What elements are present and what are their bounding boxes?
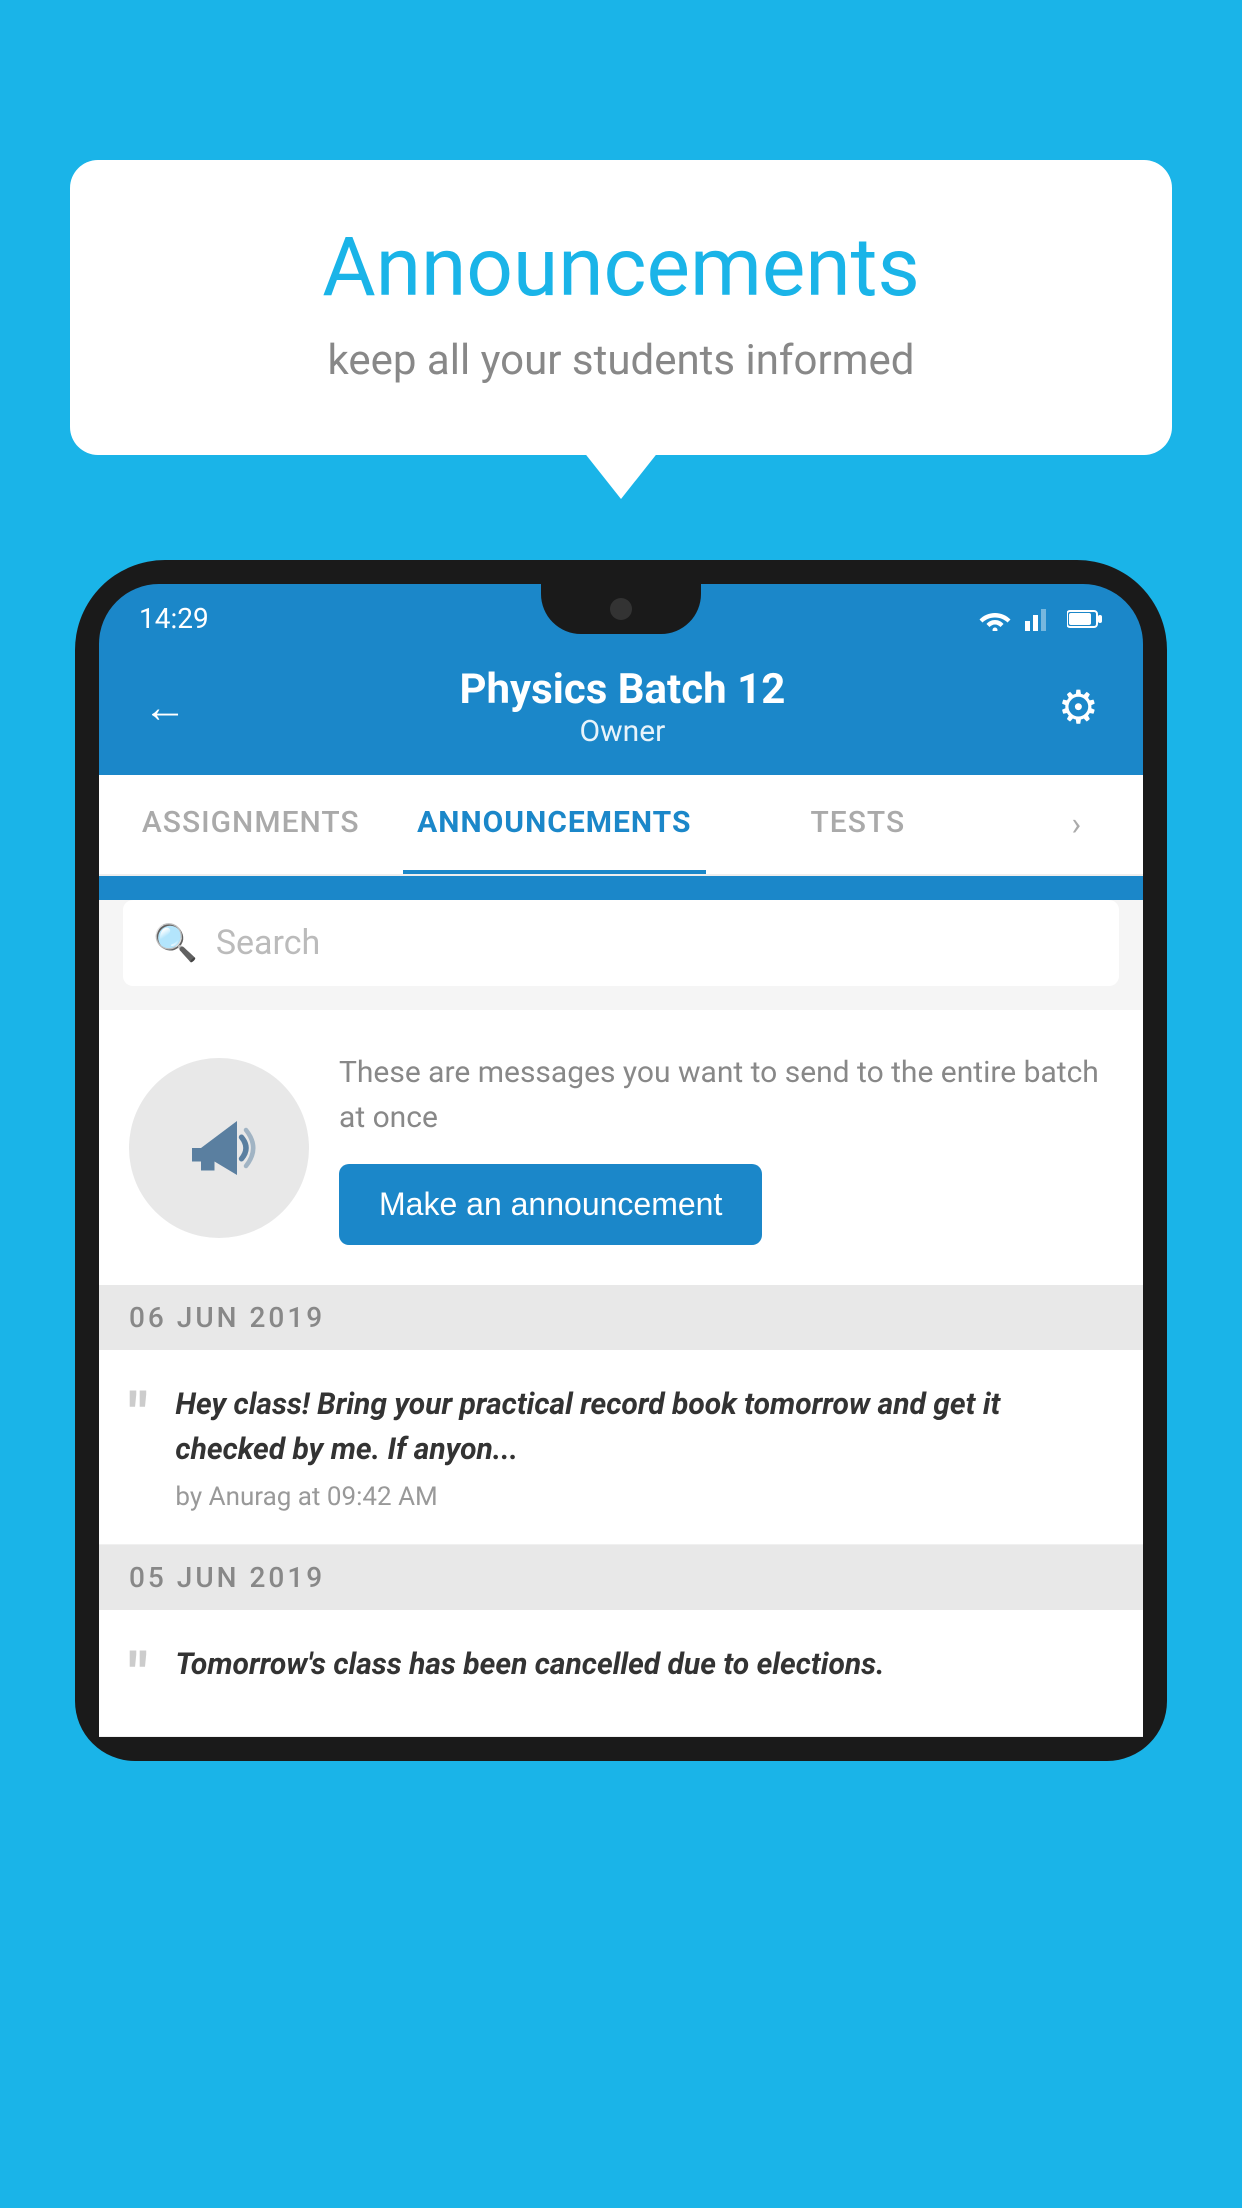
promo-description: These are messages you want to send to t… <box>339 1050 1113 1140</box>
announcement-message-1: Hey class! Bring your practical record b… <box>175 1382 1113 1472</box>
megaphone-icon <box>174 1103 264 1193</box>
settings-icon[interactable]: ⚙ <box>1058 680 1099 735</box>
date-separator-1: 06 JUN 2019 <box>99 1285 1143 1350</box>
status-icons <box>979 607 1103 631</box>
announcement-icon-circle <box>129 1058 309 1238</box>
tab-assignments[interactable]: ASSIGNMENTS <box>99 775 403 874</box>
announcement-message-2: Tomorrow's class has been cancelled due … <box>175 1642 1113 1687</box>
promo-area: These are messages you want to send to t… <box>99 1010 1143 1285</box>
quote-icon-2: " <box>129 1646 147 1704</box>
phone-notch <box>541 584 701 634</box>
announcement-author-1: by Anurag at 09:42 AM <box>175 1482 1113 1512</box>
search-icon: 🔍 <box>153 922 198 964</box>
header-center: Physics Batch 12 Owner <box>459 665 785 749</box>
quote-icon-1: " <box>129 1386 147 1444</box>
tab-announcements[interactable]: ANNOUNCEMENTS <box>403 775 707 874</box>
speech-bubble: Announcements keep all your students inf… <box>70 160 1172 455</box>
make-announcement-button[interactable]: Make an announcement <box>339 1164 762 1245</box>
search-bar[interactable]: 🔍 Search <box>123 900 1119 986</box>
app-content: 🔍 Search These are messages you want to … <box>99 900 1143 1737</box>
promo-right: These are messages you want to send to t… <box>339 1050 1113 1245</box>
signal-icon <box>1025 607 1053 631</box>
date-separator-2: 05 JUN 2019 <box>99 1545 1143 1610</box>
bubble-subtitle: keep all your students informed <box>150 336 1092 385</box>
camera-dot <box>610 598 632 620</box>
speech-bubble-section: Announcements keep all your students inf… <box>70 160 1172 455</box>
battery-icon <box>1067 608 1103 630</box>
announcement-content-1: Hey class! Bring your practical record b… <box>175 1382 1113 1512</box>
phone-outer: 14:29 <box>75 560 1167 1761</box>
phone-screen: 14:29 <box>99 584 1143 1737</box>
tab-tests[interactable]: TESTS <box>706 775 1010 874</box>
tab-more[interactable]: › <box>1010 775 1143 874</box>
back-button[interactable]: ← <box>143 681 187 733</box>
batch-title: Physics Batch 12 <box>459 665 785 714</box>
status-time: 14:29 <box>139 602 209 635</box>
announcement-item-1[interactable]: " Hey class! Bring your practical record… <box>99 1350 1143 1545</box>
tab-bar: ASSIGNMENTS ANNOUNCEMENTS TESTS › <box>99 775 1143 876</box>
batch-owner-label: Owner <box>459 714 785 749</box>
phone-mockup: 14:29 <box>75 560 1167 2208</box>
search-placeholder: Search <box>216 923 320 963</box>
announcement-content-2: Tomorrow's class has been cancelled due … <box>175 1642 1113 1697</box>
wifi-icon <box>979 607 1011 631</box>
app-header: ← Physics Batch 12 Owner ⚙ <box>99 645 1143 775</box>
announcement-item-2[interactable]: " Tomorrow's class has been cancelled du… <box>99 1610 1143 1737</box>
bubble-title: Announcements <box>150 220 1092 316</box>
